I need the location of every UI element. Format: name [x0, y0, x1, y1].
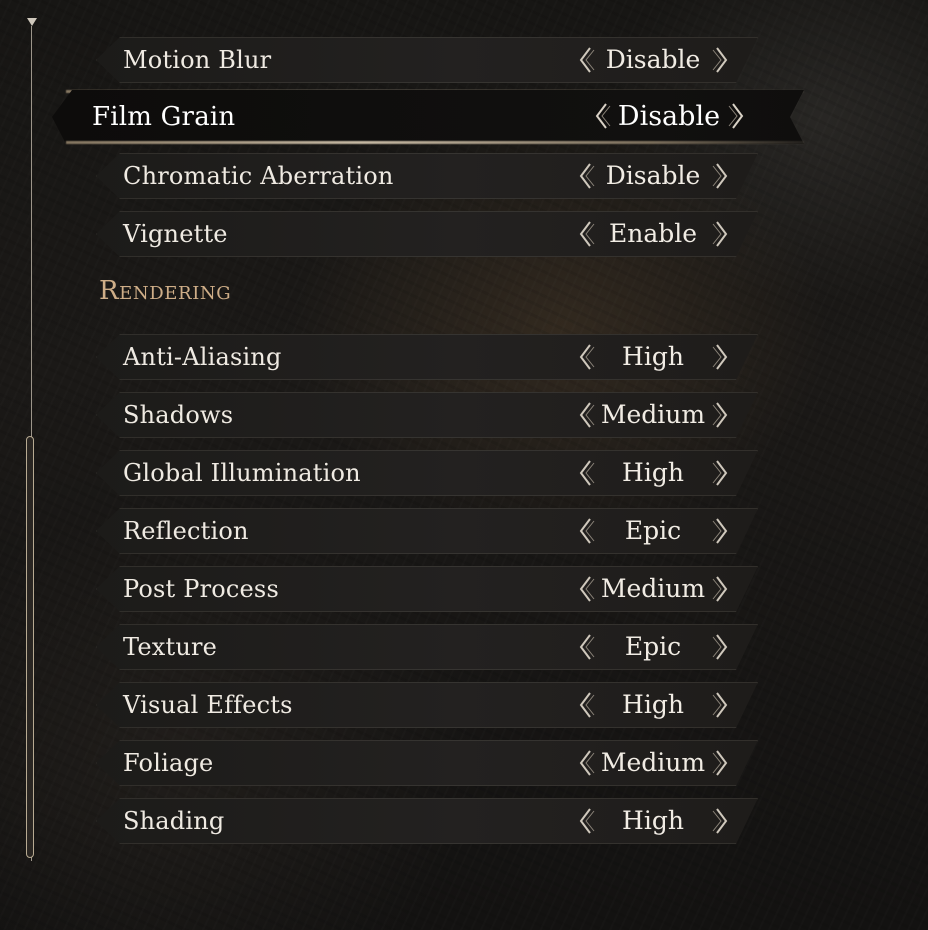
setting-label: Film Grain — [92, 102, 236, 132]
setting-value: Disable — [617, 101, 721, 132]
setting-value: Disable — [605, 45, 701, 74]
setting-label: Chromatic Aberration — [123, 162, 394, 190]
setting-value: Enable — [608, 219, 698, 248]
setting-label: Motion Blur — [123, 46, 272, 74]
setting-row-film-grain[interactable]: Film Grain Disable — [52, 90, 804, 144]
setting-row-reflection[interactable]: Reflection Epic — [96, 508, 758, 554]
setting-row-texture[interactable]: Texture Epic — [96, 624, 758, 670]
option-selector: Medium — [574, 392, 734, 438]
section-header-rendering: Rendering — [99, 276, 232, 306]
option-selector: High — [574, 682, 734, 728]
setting-label: Vignette — [123, 220, 228, 248]
setting-row-shading[interactable]: Shading High — [96, 798, 758, 844]
chevron-right-icon[interactable] — [711, 749, 731, 777]
setting-value: Medium — [600, 574, 706, 603]
chevron-right-icon[interactable] — [711, 517, 731, 545]
setting-value: High — [622, 690, 684, 719]
setting-value: Disable — [605, 161, 701, 190]
setting-row-visual-effects[interactable]: Visual Effects High — [96, 682, 758, 728]
option-selector: Medium — [574, 740, 734, 786]
setting-row-anti-aliasing[interactable]: Anti-Aliasing High — [96, 334, 758, 380]
setting-label: Visual Effects — [123, 691, 293, 719]
setting-label: Texture — [123, 633, 218, 661]
option-selector: High — [574, 798, 734, 844]
setting-label: Global Illumination — [123, 459, 361, 487]
setting-row-post-process[interactable]: Post Process Medium — [96, 566, 758, 612]
setting-label: Post Process — [123, 575, 279, 603]
settings-list: Motion Blur Disable Film Grain Disable C… — [0, 0, 928, 930]
chevron-right-icon[interactable] — [711, 807, 731, 835]
setting-row-global-illumination[interactable]: Global Illumination High — [96, 450, 758, 496]
chevron-right-icon[interactable] — [711, 459, 731, 487]
setting-label: Reflection — [123, 517, 249, 545]
setting-value: Medium — [600, 400, 706, 429]
setting-row-chromatic-aberration[interactable]: Chromatic Aberration Disable — [96, 153, 758, 199]
setting-value: High — [622, 342, 684, 371]
chevron-right-icon[interactable] — [711, 401, 731, 429]
setting-row-foliage[interactable]: Foliage Medium — [96, 740, 758, 786]
option-selector: Epic — [574, 624, 734, 670]
option-selector: Enable — [574, 211, 734, 257]
setting-value: High — [622, 458, 684, 487]
chevron-right-icon[interactable] — [711, 220, 731, 248]
chevron-right-icon[interactable] — [711, 575, 731, 603]
option-selector: Epic — [574, 508, 734, 554]
chevron-right-icon[interactable] — [711, 633, 731, 661]
setting-label: Anti-Aliasing — [123, 343, 282, 371]
setting-value: Medium — [600, 748, 706, 777]
setting-value: High — [622, 806, 684, 835]
chevron-right-icon[interactable] — [711, 343, 731, 371]
option-selector: Disable — [590, 90, 750, 144]
chevron-right-icon[interactable] — [711, 46, 731, 74]
setting-value: Epic — [624, 632, 682, 661]
option-selector: Disable — [574, 37, 734, 83]
option-selector: High — [574, 334, 734, 380]
option-selector: Medium — [574, 566, 734, 612]
chevron-right-icon[interactable] — [727, 102, 747, 130]
option-selector: High — [574, 450, 734, 496]
setting-row-motion-blur[interactable]: Motion Blur Disable — [96, 37, 758, 83]
setting-label: Shadows — [123, 401, 234, 429]
setting-value: Epic — [624, 516, 682, 545]
chevron-right-icon[interactable] — [711, 691, 731, 719]
setting-label: Shading — [123, 807, 225, 835]
setting-row-vignette[interactable]: Vignette Enable — [96, 211, 758, 257]
chevron-right-icon[interactable] — [711, 162, 731, 190]
setting-label: Foliage — [123, 749, 214, 777]
setting-row-shadows[interactable]: Shadows Medium — [96, 392, 758, 438]
option-selector: Disable — [574, 153, 734, 199]
